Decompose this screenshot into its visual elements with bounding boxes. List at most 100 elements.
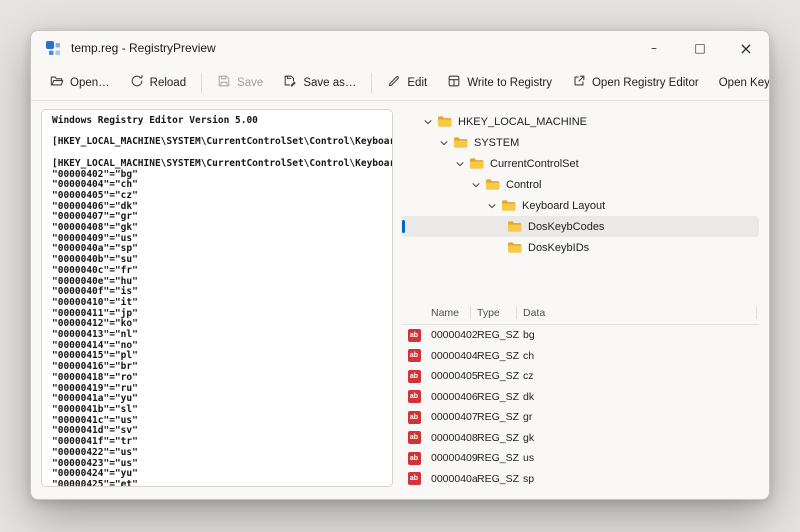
tree-item-doskeybids[interactable]: DosKeybIDs (401, 237, 759, 258)
folder-icon (469, 157, 484, 170)
save-as-button[interactable]: Save as… (274, 68, 365, 97)
tree-item-doskeybcodes[interactable]: DosKeybCodes (401, 216, 759, 237)
write-to-registry-button-label: Write to Registry (467, 77, 552, 89)
string-value-icon: ab (408, 431, 421, 444)
toolbar-separator (201, 73, 202, 93)
cell-data: sp (519, 473, 759, 485)
cell-data: gr (519, 411, 759, 423)
cell-data: us (519, 452, 759, 464)
table-row[interactable]: ab 00000408 REG_SZ gk (401, 428, 759, 449)
folder-icon (453, 136, 468, 149)
chevron-down-icon[interactable] (423, 117, 437, 127)
edit-button[interactable]: Edit (378, 68, 436, 97)
string-value-icon: ab (408, 390, 421, 403)
folder-icon (507, 241, 522, 254)
string-value-icon: ab (408, 472, 421, 485)
close-button[interactable]: × (723, 31, 769, 65)
cell-data: ch (519, 350, 759, 362)
open-key-button[interactable]: Open Key (710, 71, 770, 95)
cell-type: REG_SZ (473, 473, 519, 485)
tree-item-label: SYSTEM (474, 137, 519, 149)
string-value-icon: ab (408, 411, 421, 424)
column-header-type[interactable]: Type (473, 301, 519, 324)
chevron-down-icon[interactable] (487, 201, 501, 211)
titlebar: temp.reg - RegistryPreview – □ × (31, 31, 769, 65)
folder-icon (485, 178, 500, 191)
table-row[interactable]: ab 00000407 REG_SZ gr (401, 407, 759, 428)
edit-button-label: Edit (407, 77, 427, 89)
window-title: temp.reg - RegistryPreview (71, 41, 216, 55)
cell-name: 00000406 (427, 391, 473, 403)
tree-item-label: DosKeybCodes (528, 221, 604, 233)
save-as-button-label: Save as… (303, 77, 356, 89)
tree-item-label: HKEY_LOCAL_MACHINE (458, 116, 587, 128)
tree-item-label: CurrentControlSet (490, 158, 579, 170)
cell-type: REG_SZ (473, 329, 519, 341)
tree-item-system[interactable]: SYSTEM (401, 132, 759, 153)
toolbar: Open… Reload Save Save as… Edit (31, 65, 769, 101)
tree-item-label: Control (506, 179, 541, 191)
open-button-label: Open… (70, 77, 110, 89)
minimize-button[interactable]: – (631, 31, 677, 65)
save-button-label: Save (237, 77, 263, 89)
open-registry-editor-button-label: Open Registry Editor (592, 77, 699, 89)
cell-data: dk (519, 391, 759, 403)
string-value-icon: ab (408, 349, 421, 362)
cell-type: REG_SZ (473, 391, 519, 403)
string-value-icon: ab (408, 452, 421, 465)
table-row[interactable]: ab 00000406 REG_SZ dk (401, 387, 759, 408)
open-external-icon (572, 74, 586, 91)
values-table: Name Type Data ab 00000402 REG_SZ bg ab … (401, 301, 759, 487)
table-row[interactable]: ab 00000405 REG_SZ cz (401, 366, 759, 387)
cell-name: 00000402 (427, 329, 473, 341)
open-registry-editor-button[interactable]: Open Registry Editor (563, 68, 708, 97)
string-value-icon: ab (408, 370, 421, 383)
content-area: Windows Registry Editor Version 5.00 [HK… (31, 101, 769, 499)
cell-name: 00000407 (427, 411, 473, 423)
column-header-data[interactable]: Data (519, 301, 759, 324)
app-icon (45, 40, 61, 56)
right-panel: HKEY_LOCAL_MACHINE SYSTEM CurrentControl… (401, 109, 759, 487)
write-to-registry-button[interactable]: Write to Registry (438, 68, 561, 97)
toolbar-separator (371, 73, 372, 93)
tree-item-keyboard-layout[interactable]: Keyboard Layout (401, 195, 759, 216)
table-row[interactable]: ab 00000409 REG_SZ us (401, 448, 759, 469)
app-window: temp.reg - RegistryPreview – □ × Open… R… (30, 30, 770, 500)
caption-buttons: – □ × (631, 31, 769, 65)
reg-file-text[interactable]: Windows Registry Editor Version 5.00 [HK… (52, 116, 382, 487)
tree-item-label: Keyboard Layout (522, 200, 605, 212)
folder-icon (437, 115, 452, 128)
tree-item-currentcontrolset[interactable]: CurrentControlSet (401, 153, 759, 174)
table-row[interactable]: ab 00000404 REG_SZ ch (401, 346, 759, 367)
string-value-icon: ab (408, 329, 421, 342)
chevron-down-icon[interactable] (439, 138, 453, 148)
reg-file-editor[interactable]: Windows Registry Editor Version 5.00 [HK… (41, 109, 393, 487)
cell-type: REG_SZ (473, 370, 519, 382)
cell-data: gk (519, 432, 759, 444)
cell-data: cz (519, 370, 759, 382)
cell-type: REG_SZ (473, 452, 519, 464)
save-button[interactable]: Save (208, 68, 272, 97)
cell-name: 00000409 (427, 452, 473, 464)
open-button[interactable]: Open… (41, 68, 119, 97)
cell-name: 0000040a (427, 473, 473, 485)
reload-button-label: Reload (150, 77, 186, 89)
chevron-down-icon[interactable] (471, 180, 485, 190)
tree-item-control[interactable]: Control (401, 174, 759, 195)
reload-button[interactable]: Reload (121, 68, 195, 97)
edit-icon (387, 74, 401, 91)
open-key-button-label: Open Key (719, 77, 770, 89)
table-row[interactable]: ab 0000040a REG_SZ sp (401, 469, 759, 488)
column-header-name[interactable]: Name (427, 301, 473, 324)
table-header: Name Type Data (401, 301, 759, 325)
cell-name: 00000405 (427, 370, 473, 382)
cell-type: REG_SZ (473, 432, 519, 444)
maximize-button[interactable]: □ (677, 31, 723, 65)
chevron-down-icon[interactable] (455, 159, 469, 169)
cell-type: REG_SZ (473, 411, 519, 423)
cell-name: 00000404 (427, 350, 473, 362)
save-icon (217, 74, 231, 91)
table-row[interactable]: ab 00000402 REG_SZ bg (401, 325, 759, 346)
tree-item-hkey-local-machine[interactable]: HKEY_LOCAL_MACHINE (401, 111, 759, 132)
write-registry-icon (447, 74, 461, 91)
